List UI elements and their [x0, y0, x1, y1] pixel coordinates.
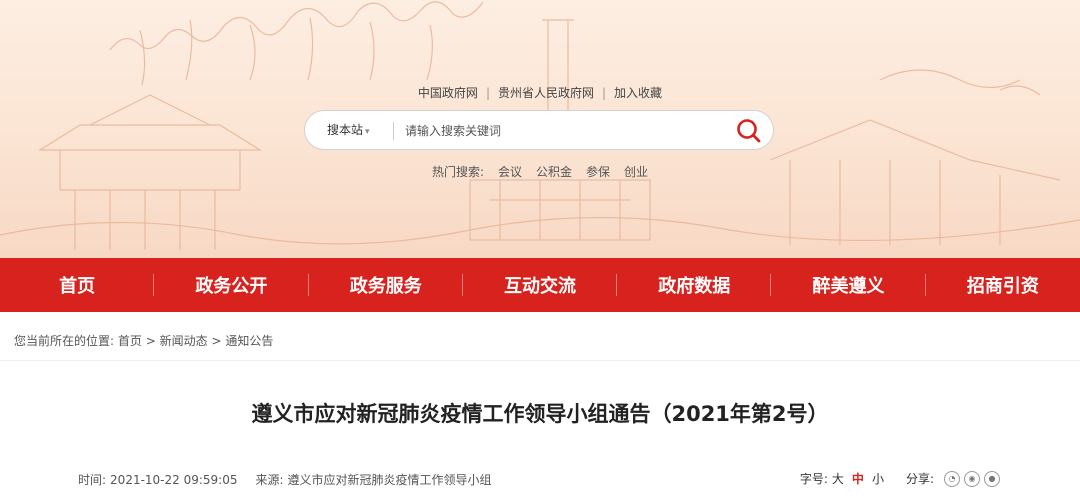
time-label: 时间:: [78, 473, 107, 487]
chevron-down-icon: ▾: [365, 127, 370, 137]
publish-time: 2021-10-22 09:59:05: [110, 473, 238, 487]
breadcrumb-separator: >: [145, 334, 156, 348]
nav-item-gov-affairs[interactable]: 政务公开: [154, 258, 309, 312]
nav-item-gov-data[interactable]: 政府数据: [617, 258, 772, 312]
breadcrumb-news[interactable]: 新闻动态: [160, 334, 208, 348]
link-add-favorite[interactable]: 加入收藏: [606, 86, 670, 100]
search-scope-label: 搜本站: [327, 123, 364, 137]
nav-item-beautiful-zunyi[interactable]: 醉美遵义: [771, 258, 926, 312]
hot-search-keyword[interactable]: 创业: [617, 165, 655, 179]
source-label: 来源:: [255, 473, 284, 487]
link-guizhou-gov[interactable]: 贵州省人民政府网: [490, 86, 602, 100]
hot-search: 热门搜索: 会议 公积金 参保 创业: [0, 163, 1080, 180]
top-links: 中国政府网 | 贵州省人民政府网 | 加入收藏: [0, 84, 1080, 101]
breadcrumb-home[interactable]: 首页: [118, 334, 142, 348]
divider: [0, 360, 1080, 361]
hot-search-keyword[interactable]: 参保: [579, 165, 617, 179]
search-input[interactable]: [403, 117, 727, 145]
breadcrumb: 您当前所在的位置: 首页 > 新闻动态 > 通知公告: [14, 332, 273, 349]
main-nav: 首页 政务公开 政务服务 互动交流 政府数据 醉美遵义 招商引资: [0, 258, 1080, 312]
search-divider: [393, 122, 394, 140]
font-size-large[interactable]: 大: [832, 470, 844, 487]
hot-search-keyword[interactable]: 公积金: [529, 165, 579, 179]
breadcrumb-notices[interactable]: 通知公告: [225, 334, 273, 348]
nav-item-home[interactable]: 首页: [0, 258, 155, 312]
link-china-gov[interactable]: 中国政府网: [410, 86, 486, 100]
font-size-medium[interactable]: 中: [852, 470, 864, 487]
font-size-small[interactable]: 小: [872, 470, 884, 487]
wechat-share-icon[interactable]: ◔: [944, 470, 960, 487]
breadcrumb-separator: >: [211, 334, 222, 348]
article-tools: 字号: 大 中 小 分享: ◔ ◉ ●: [800, 470, 1000, 487]
nav-item-investment[interactable]: 招商引资: [926, 258, 1080, 312]
article-title: 遵义市应对新冠肺炎疫情工作领导小组通告（2021年第2号）: [251, 402, 829, 426]
hot-search-keyword[interactable]: 会议: [491, 165, 529, 179]
search-icon[interactable]: [735, 117, 763, 145]
qq-share-icon[interactable]: ●: [984, 470, 1000, 487]
search-box: 搜本站 ▾: [304, 110, 774, 150]
nav-item-gov-services[interactable]: 政务服务: [309, 258, 464, 312]
article-source: 遵义市应对新冠肺炎疫情工作领导小组: [287, 473, 492, 487]
search-scope-select[interactable]: 搜本站 ▾: [327, 111, 370, 149]
font-size-label: 字号:: [799, 472, 828, 486]
header-banner: 中国政府网|贵州省人民政府网|加入收藏 搜本站▾ 热门搜索: 会议公积金参保创业: [0, 0, 1080, 258]
weibo-share-icon[interactable]: ◉: [964, 470, 980, 487]
nav-item-interaction[interactable]: 互动交流: [463, 258, 618, 312]
article-meta: 时间: 2021-10-22 09:59:05 来源: 遵义市应对新冠肺炎疫情工作领导…: [78, 471, 502, 488]
breadcrumb-prefix: 您当前所在的位置:: [14, 334, 115, 348]
hot-search-label: 热门搜索:: [431, 165, 484, 179]
share-label: 分享:: [905, 472, 934, 486]
